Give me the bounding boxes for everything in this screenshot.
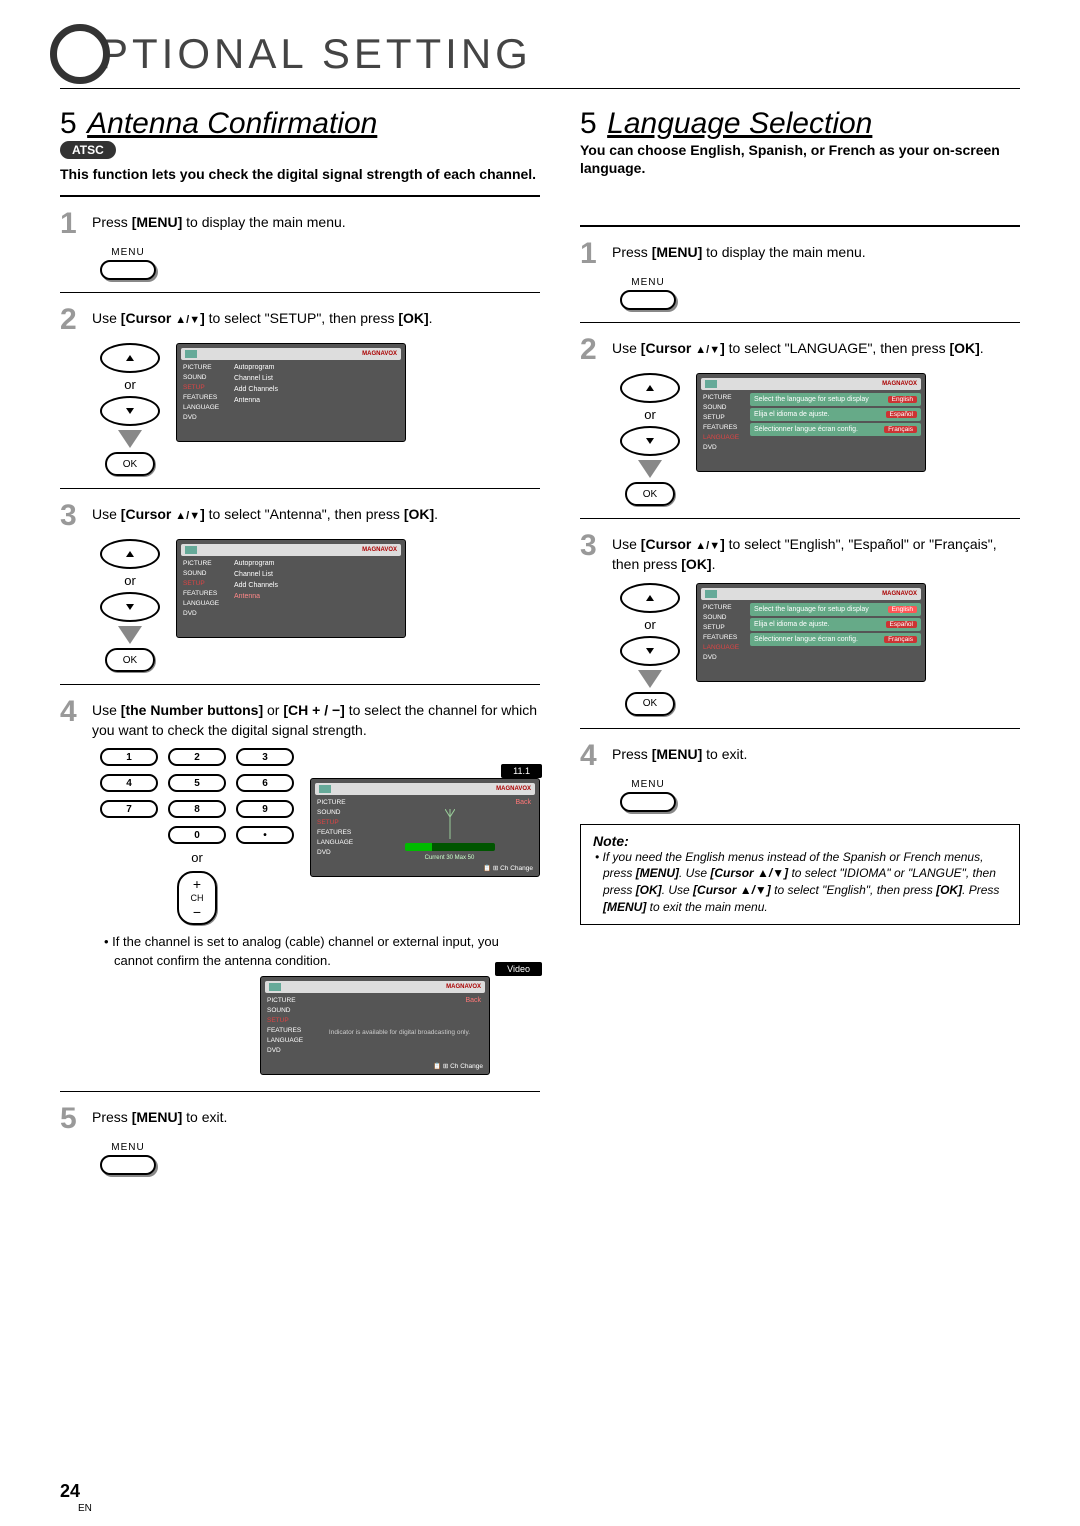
tv-screen-antenna-signal: MAGNAVOX Back PICTURE SOUND SETUP FEATUR… xyxy=(310,778,540,877)
note-bullet: • If the channel is set to analog (cable… xyxy=(60,933,540,969)
step-number: 3 xyxy=(580,531,604,574)
cursor-ok-control: or OK xyxy=(100,343,160,476)
menu-button-illustration: MENU xyxy=(620,779,676,812)
step-number: 2 xyxy=(580,335,604,365)
menu-button-illustration: MENU xyxy=(620,277,676,310)
number-keypad: 123 456 789 0• xyxy=(100,748,294,844)
step-number: 2 xyxy=(60,305,84,335)
cursor-ok-control: or OK xyxy=(620,583,680,716)
section-number: 5 xyxy=(580,107,597,141)
video-badge: Video xyxy=(495,962,542,976)
channel-button: + CH − xyxy=(177,871,217,925)
section-title: Antenna Confirmation xyxy=(87,107,377,140)
step-number: 4 xyxy=(580,741,604,771)
cursor-ok-control: or OK xyxy=(100,539,160,672)
note-title: Note: xyxy=(593,833,1007,849)
cursor-ok-control: or OK xyxy=(620,373,680,506)
step-text: Use [the Number buttons] or [CH + / −] t… xyxy=(92,697,540,740)
logo-o xyxy=(50,24,110,84)
tv-screen-language-menu: MAGNAVOX PICTURE SOUND SETUP FEATURES LA… xyxy=(696,373,926,472)
section-number: 5 xyxy=(60,107,77,141)
tv-screen-setup: MAGNAVOX PICTURE SOUND SETUP FEATURES LA… xyxy=(176,343,406,442)
step-text: Press [MENU] to display the main menu. xyxy=(612,239,866,269)
step-text: Press [MENU] to display the main menu. xyxy=(92,209,346,239)
page-language: EN xyxy=(78,1503,92,1514)
menu-button-illustration: MENU xyxy=(100,1142,156,1175)
step-number: 1 xyxy=(580,239,604,269)
step-number: 4 xyxy=(60,697,84,740)
step-number: 1 xyxy=(60,209,84,239)
step-text: Use [Cursor ▲/▼] to select "SETUP", then… xyxy=(92,305,433,335)
step-text: Use [Cursor ▲/▼] to select "English", "E… xyxy=(612,531,1020,574)
section-title: Language Selection xyxy=(607,107,872,140)
step-text: Press [MENU] to exit. xyxy=(612,741,747,771)
step-number: 3 xyxy=(60,501,84,531)
column-right: 5 Language Selection You can choose Engl… xyxy=(580,107,1020,1183)
section-description: This function lets you check the digital… xyxy=(60,165,540,183)
step-number: 5 xyxy=(60,1104,84,1134)
tv-screen-antenna-select: MAGNAVOX PICTURE SOUND SETUP FEATURES LA… xyxy=(176,539,406,638)
page-number: 24 xyxy=(60,1481,80,1502)
column-left: 5 Antenna Confirmation ATSC This functio… xyxy=(60,107,540,1183)
section-heading-language: 5 Language Selection xyxy=(580,107,1020,141)
atsc-badge: ATSC xyxy=(60,141,116,159)
section-description: You can choose English, Spanish, or Fren… xyxy=(580,141,1020,177)
channel-badge: 11.1 xyxy=(501,764,542,778)
section-heading-antenna: 5 Antenna Confirmation xyxy=(60,107,540,141)
tv-screen-language-select: MAGNAVOX PICTURE SOUND SETUP FEATURES LA… xyxy=(696,583,926,682)
menu-button-illustration: MENU xyxy=(100,247,156,280)
step-text: Use [Cursor ▲/▼] to select "Antenna", th… xyxy=(92,501,438,531)
step-text: Press [MENU] to exit. xyxy=(92,1104,227,1134)
step-text: Use [Cursor ▲/▼] to select "LANGUAGE", t… xyxy=(612,335,984,365)
page-title: PTIONAL SETTING xyxy=(60,30,1020,89)
tv-screen-video-warning: MAGNAVOX Back PICTURE SOUND SETUP FEATUR… xyxy=(260,976,490,1075)
note-box: Note: • If you need the English menus in… xyxy=(580,824,1020,925)
note-text: • If you need the English menus instead … xyxy=(593,849,1007,916)
